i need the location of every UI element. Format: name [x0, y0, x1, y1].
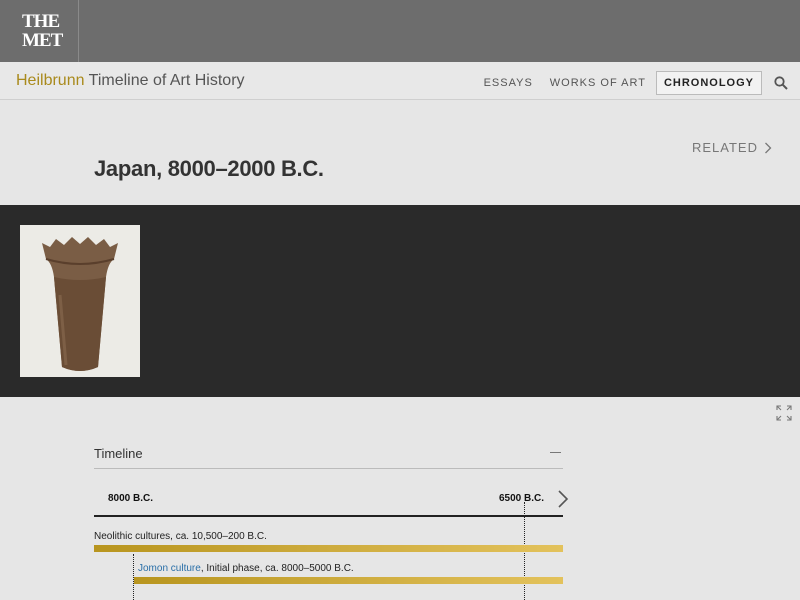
nav-bar: Heilbrunn Timeline of Art History ESSAYS…: [0, 62, 800, 100]
met-logo[interactable]: THE MET: [0, 0, 79, 62]
related-label: RELATED: [692, 140, 758, 155]
timeline-bar[interactable]: [134, 577, 563, 584]
site-brand[interactable]: Heilbrunn Timeline of Art History: [16, 72, 245, 90]
nav-works-of-art[interactable]: WORKS OF ART: [543, 72, 653, 94]
timeline-row-label: Neolithic cultures, ca. 10,500–200 B.C.: [94, 531, 267, 542]
chevron-right-icon[interactable]: [557, 489, 569, 509]
row-text: Neolithic cultures, ca. 10,500–200 B.C.: [94, 531, 267, 542]
image-band: [0, 205, 800, 397]
artwork-thumbnail[interactable]: [20, 225, 140, 377]
timeline-scale: 8000 B.C. 6500 B.C.: [94, 486, 569, 517]
logo-line-2: MET: [22, 30, 63, 51]
scale-start-date: 8000 B.C.: [108, 493, 154, 504]
jar-image: [20, 225, 140, 377]
timeline-label: Timeline: [94, 446, 143, 461]
search-icon[interactable]: [774, 76, 788, 90]
collapse-icon[interactable]: [550, 452, 561, 453]
jomon-culture-link[interactable]: Jomon culture: [138, 563, 201, 574]
logo-line-1: THE: [22, 11, 60, 32]
page-header: RELATED Japan, 8000–2000 B.C.: [0, 100, 800, 205]
row-text: , Initial phase, ca. 8000–5000 B.C.: [200, 563, 354, 574]
nav-links: ESSAYS WORKS OF ART CHRONOLOGY: [474, 71, 762, 95]
chevron-right-icon: [765, 142, 772, 153]
brand-accent: Heilbrunn: [16, 72, 85, 89]
timeline-bar[interactable]: [94, 545, 563, 552]
nav-essays[interactable]: ESSAYS: [477, 72, 540, 94]
page-title: Japan, 8000–2000 B.C.: [94, 156, 324, 181]
related-link[interactable]: RELATED: [692, 140, 772, 155]
expand-icon[interactable]: [776, 405, 792, 421]
nav-chronology[interactable]: CHRONOLOGY: [655, 71, 762, 95]
scale-end-date: 6500 B.C.: [499, 493, 545, 504]
timeline-header: Timeline: [94, 440, 563, 469]
top-bar: THE MET: [0, 0, 800, 62]
timeline-row-label: Jomon culture, Initial phase, ca. 8000–5…: [138, 563, 354, 574]
brand-rest: Timeline of Art History: [84, 72, 245, 89]
